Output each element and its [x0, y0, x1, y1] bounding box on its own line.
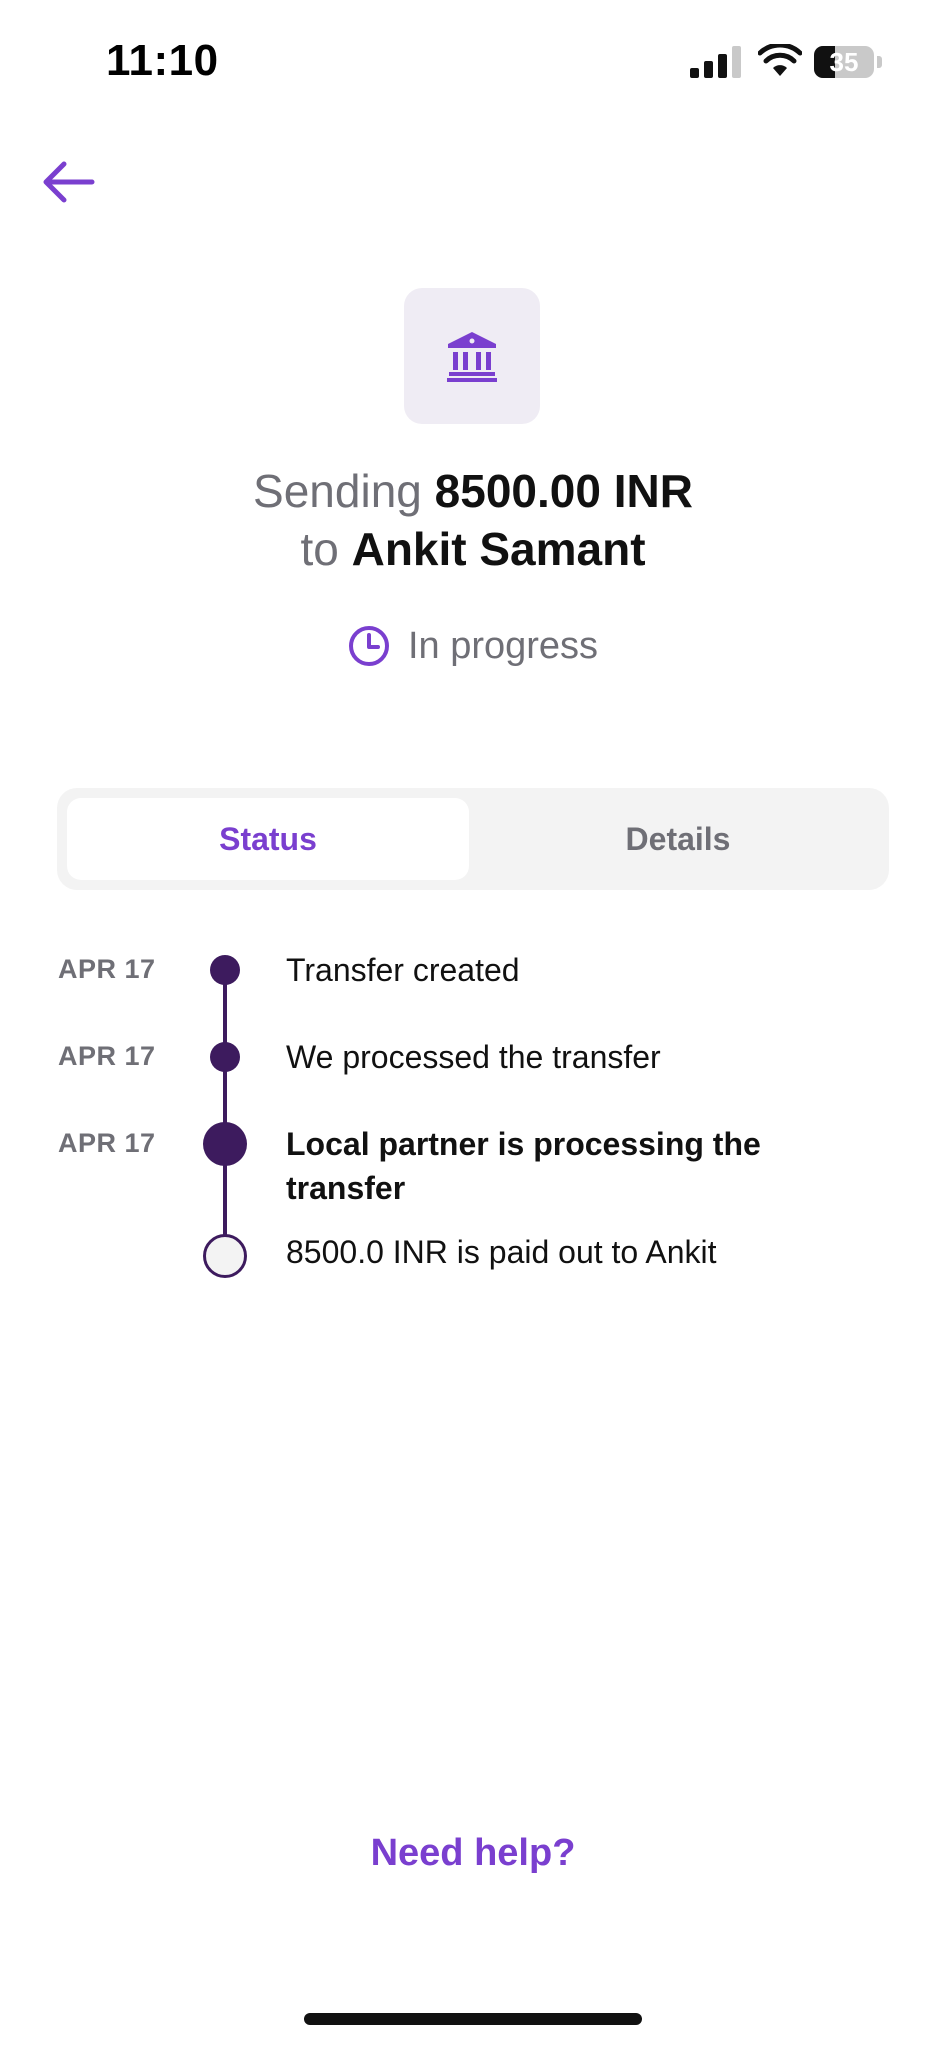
- status-timeline: APR 17 Transfer created APR 17 We proces…: [0, 930, 946, 1290]
- back-button[interactable]: [38, 156, 98, 208]
- recipient-name: Ankit Samant: [351, 523, 646, 575]
- bank-icon: [447, 332, 497, 382]
- arrow-left-icon: [43, 161, 95, 203]
- tab-status[interactable]: Status: [67, 798, 469, 880]
- timeline-step-pending: 8500.0 INR is paid out to Ankit: [286, 1234, 717, 1270]
- summary-connector: to: [300, 523, 339, 575]
- timeline-dot-done: [210, 955, 240, 985]
- timeline-dot-current: [203, 1122, 247, 1166]
- timeline-step: We processed the transfer: [286, 1039, 661, 1075]
- timeline-dot-pending: [203, 1234, 247, 1278]
- summary-prefix: Sending: [253, 465, 422, 517]
- timeline-step-current: Local partner is processing the transfer: [286, 1126, 761, 1206]
- home-indicator: [304, 2013, 642, 2025]
- wifi-icon: [758, 44, 802, 76]
- status-label: In progress: [407, 624, 599, 667]
- tab-bar: Status Details: [57, 788, 889, 890]
- need-help-link[interactable]: Need help?: [0, 1832, 946, 1875]
- status-time: 11:10: [106, 36, 219, 85]
- battery-percent: 35: [829, 47, 859, 77]
- timeline-step: Transfer created: [286, 952, 520, 988]
- tab-details[interactable]: Details: [477, 798, 879, 880]
- clock-icon: [348, 626, 389, 666]
- battery-icon: 35: [814, 46, 884, 78]
- status-bar: 11:10 35: [0, 0, 946, 120]
- timeline-date: APR 17: [58, 1128, 156, 1158]
- transfer-amount: 8500.00 INR: [434, 465, 693, 517]
- recipient-bank-tile: [404, 288, 540, 424]
- timeline-dot-done: [210, 1042, 240, 1072]
- transfer-status: In progress: [0, 620, 946, 672]
- timeline-date: APR 17: [58, 1041, 156, 1071]
- timeline-date: APR 17: [58, 954, 156, 984]
- cellular-signal-icon: [690, 46, 741, 78]
- transfer-summary: Sending 8500.00 INR to Ankit Samant: [0, 462, 946, 578]
